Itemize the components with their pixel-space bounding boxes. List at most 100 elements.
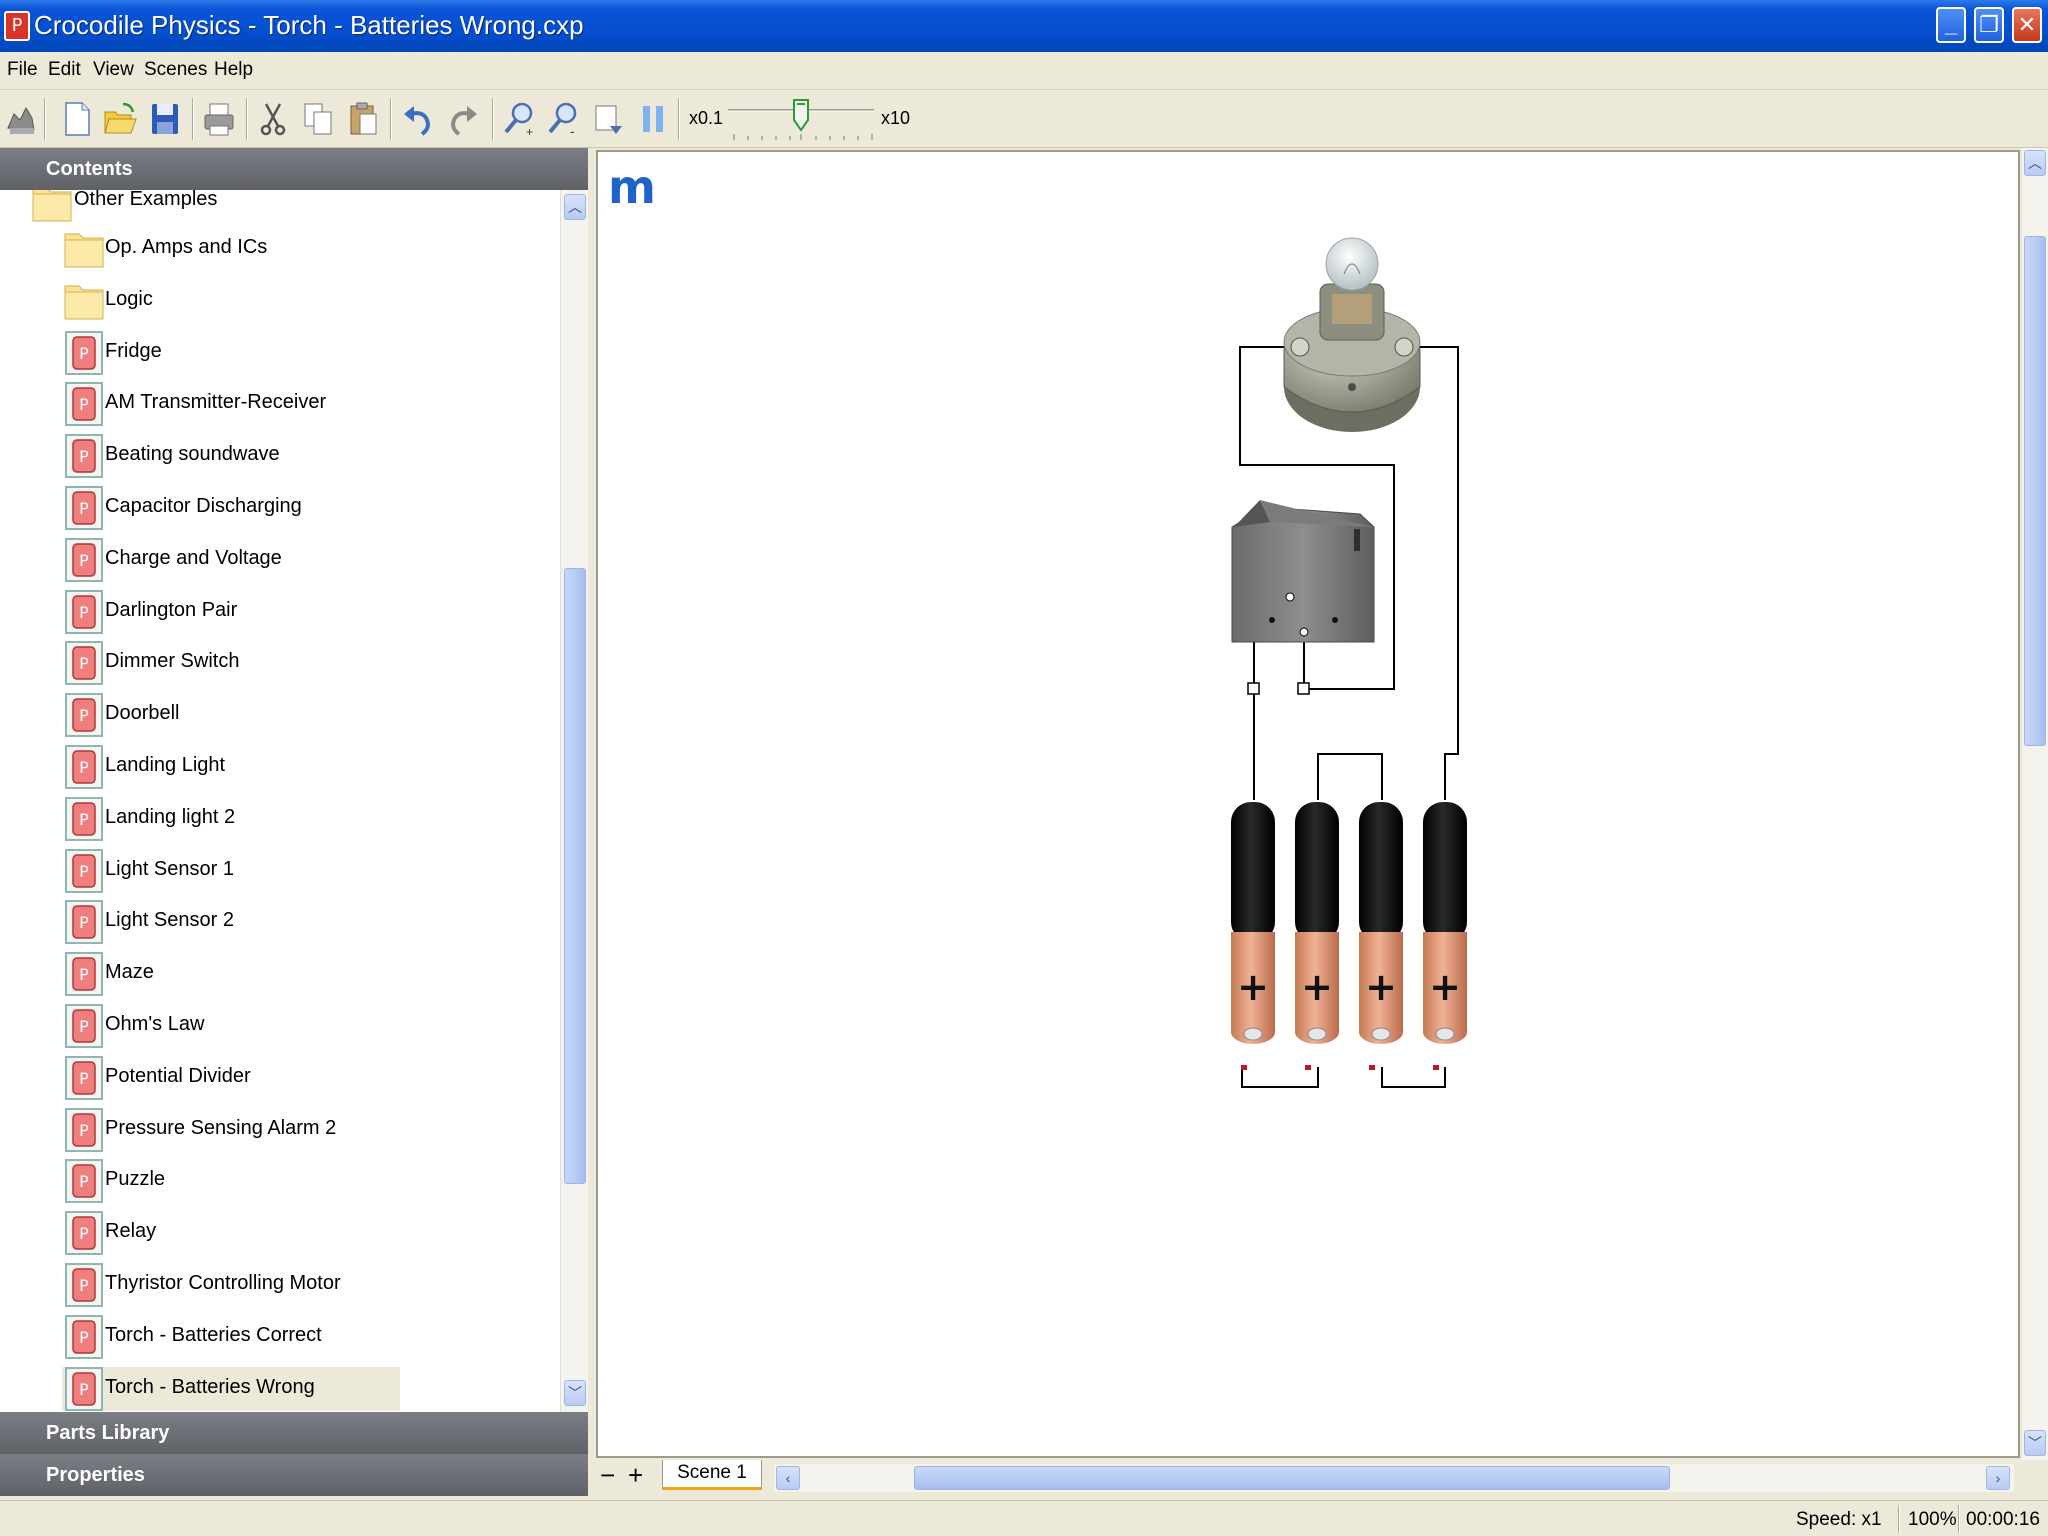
- pause-button[interactable]: [636, 100, 670, 138]
- tree-item-file[interactable]: P Relay: [0, 1211, 560, 1263]
- contents-scrollbar[interactable]: ︿ ﹀: [560, 190, 588, 1412]
- svg-text:P: P: [79, 862, 89, 881]
- tree-item-file[interactable]: P Dimmer Switch: [0, 641, 560, 693]
- scroll-up-button[interactable]: ︿: [2024, 150, 2046, 176]
- tree-item-label: Dimmer Switch: [105, 650, 240, 673]
- scroll-down-button[interactable]: ﹀: [2024, 1430, 2046, 1456]
- print-button[interactable]: [202, 100, 236, 138]
- tree-item-file[interactable]: P Capacitor Discharging: [0, 486, 560, 538]
- tree-item-file[interactable]: P Light Sensor 2: [0, 900, 560, 952]
- tab-scene-1[interactable]: Scene 1: [662, 1460, 762, 1490]
- tree-item-file[interactable]: P Pressure Sensing Alarm 2: [0, 1107, 560, 1160]
- close-button[interactable]: ✕: [2012, 7, 2042, 43]
- physics-file-icon: P: [65, 1159, 103, 1204]
- tree-item-file[interactable]: P Torch - Batteries Correct: [0, 1314, 560, 1367]
- pause-icon: [643, 106, 663, 132]
- tree-item-file[interactable]: P Maze: [0, 952, 560, 1004]
- properties-panel-header[interactable]: Properties: [0, 1454, 588, 1496]
- zoom-out-button[interactable]: -: [546, 100, 580, 139]
- tree-item-file[interactable]: P Thyristor Controlling Motor: [0, 1263, 560, 1315]
- tree-item-file[interactable]: P Darlington Pair: [0, 589, 560, 642]
- redo-icon: [450, 106, 477, 136]
- scroll-down-button[interactable]: ﹀: [564, 1380, 586, 1406]
- undo-icon: [404, 106, 431, 136]
- open-button[interactable]: [103, 100, 137, 138]
- tree-item-label: AM Transmitter-Receiver: [105, 391, 327, 414]
- battery-4[interactable]: +: [1423, 802, 1467, 1070]
- undo-button[interactable]: [400, 100, 434, 138]
- parts-library-title: Parts Library: [46, 1422, 170, 1444]
- svg-text:P: P: [79, 447, 89, 466]
- tree-item-file[interactable]: P Light Sensor 1: [0, 848, 560, 901]
- add-scene-button[interactable]: +: [628, 1460, 643, 1491]
- minimize-button[interactable]: _: [1936, 7, 1966, 43]
- menu-scenes[interactable]: Scenes: [144, 59, 207, 81]
- scroll-right-button[interactable]: ›: [1986, 1466, 2010, 1490]
- cut-button[interactable]: [256, 100, 290, 138]
- new-document-icon: [65, 102, 90, 136]
- scroll-left-button[interactable]: ‹: [776, 1466, 800, 1490]
- window-title: Crocodile Physics - Torch - Batteries Wr…: [34, 10, 584, 40]
- tree-item-file[interactable]: P AM Transmitter-Receiver: [0, 382, 560, 434]
- scroll-thumb[interactable]: [564, 568, 586, 1184]
- redo-button[interactable]: [447, 100, 481, 138]
- copy-button[interactable]: [301, 100, 335, 138]
- battery-2[interactable]: +: [1295, 802, 1339, 1070]
- tree-item-file[interactable]: P Landing Light: [0, 745, 560, 797]
- scroll-up-button[interactable]: ︿: [564, 194, 586, 220]
- chevron-up-icon: ︿: [568, 199, 582, 215]
- battery-plus-sign: +: [1237, 965, 1269, 1009]
- folder-icon: [32, 190, 72, 222]
- copy-icon: [304, 103, 332, 135]
- tree-item-file[interactable]: P Puzzle: [0, 1159, 560, 1211]
- lamp-component[interactable]: [1283, 237, 1421, 432]
- status-zoom: 100%: [1908, 1509, 1957, 1530]
- tree-item-folder[interactable]: Logic: [0, 279, 560, 331]
- title-bar[interactable]: P Crocodile Physics - Torch - Batteries …: [0, 0, 2048, 52]
- tree-item-file[interactable]: P Landing light 2: [0, 796, 560, 849]
- app-icon[interactable]: P: [4, 11, 30, 41]
- tree-item-file[interactable]: P Potential Divider: [0, 1055, 560, 1108]
- save-button[interactable]: [148, 100, 182, 138]
- remove-scene-button[interactable]: −: [600, 1460, 615, 1491]
- physics-file-icon: P: [65, 745, 103, 789]
- canvas-horizontal-scrollbar[interactable]: ‹ ›: [774, 1464, 2014, 1492]
- simulation-canvas[interactable]: m + + + +: [596, 150, 2020, 1458]
- maximize-button[interactable]: ❐: [1974, 7, 2004, 43]
- tree-item-file[interactable]: P Charge and Voltage: [0, 537, 560, 590]
- physics-file-icon: P: [65, 1055, 103, 1100]
- tree-item-file[interactable]: P Beating soundwave: [0, 434, 560, 486]
- circuit-diagram: + + + +: [1231, 237, 1467, 1088]
- menu-view[interactable]: View: [93, 59, 134, 81]
- zoom-in-button[interactable]: +: [502, 100, 536, 139]
- tree-item-folder[interactable]: Op. Amps and ICs: [0, 227, 560, 279]
- speed-slider-thumb[interactable]: [792, 98, 810, 132]
- menu-edit[interactable]: Edit: [48, 59, 81, 81]
- menu-bar: File Edit View Scenes Help: [0, 52, 2048, 90]
- canvas-vertical-scrollbar[interactable]: ︿ ﹀: [2022, 148, 2048, 1460]
- battery-3[interactable]: +: [1359, 802, 1403, 1070]
- fit-to-page-button[interactable]: [592, 100, 626, 138]
- menu-file[interactable]: File: [7, 59, 38, 81]
- physics-file-icon: P: [65, 1263, 103, 1307]
- battery-1[interactable]: +: [1231, 802, 1275, 1070]
- tree-item-file[interactable]: P Torch - Batteries Wrong: [0, 1366, 560, 1412]
- scroll-thumb[interactable]: [914, 1466, 1670, 1490]
- tree-item-file[interactable]: P Doorbell: [0, 693, 560, 745]
- parts-library-panel-header[interactable]: Parts Library: [0, 1412, 588, 1454]
- chevron-left-icon: ‹: [785, 1470, 791, 1486]
- pointer-tool-button[interactable]: [4, 100, 38, 138]
- speed-slider[interactable]: [726, 98, 876, 146]
- paste-button[interactable]: [346, 100, 380, 138]
- contents-panel-header[interactable]: Contents: [0, 148, 588, 190]
- battery-plus-sign: +: [1429, 965, 1461, 1009]
- tree-item-file[interactable]: P Ohm's Law: [0, 1004, 560, 1056]
- scroll-thumb[interactable]: [2024, 236, 2046, 746]
- new-button[interactable]: [60, 100, 94, 138]
- tree-item-label: Potential Divider: [105, 1064, 251, 1087]
- tree-item-file[interactable]: P Fridge: [0, 330, 560, 383]
- tree-item-label: Doorbell: [105, 702, 180, 725]
- tree-item-label: Other Examples: [74, 190, 218, 210]
- tree-item-label: Maze: [105, 961, 154, 984]
- menu-help[interactable]: Help: [214, 59, 253, 81]
